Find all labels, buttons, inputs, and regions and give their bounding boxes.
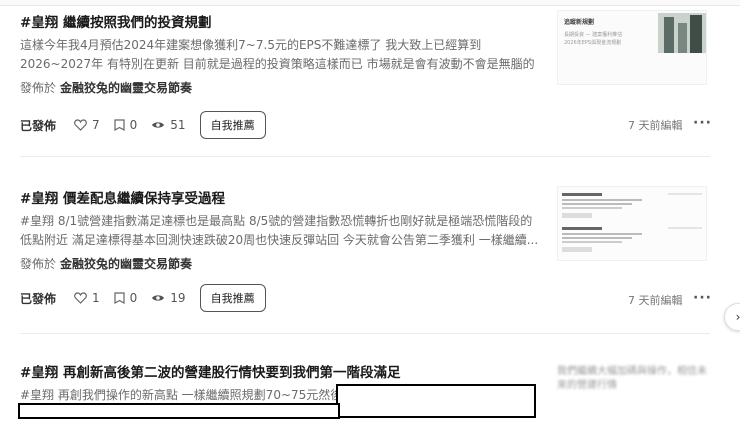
- post-thumbnail-3[interactable]: 我們繼續大幅加碼與操作，相信未來的營建行情: [557, 365, 707, 393]
- published-in-label: 發佈於: [20, 257, 57, 271]
- post-excerpt: #皇翔 8/1號營建指數滿足達標也是最高點 8/5號的營建指數恐慌轉折也剛好就是…: [20, 214, 539, 247]
- eye-icon: [152, 122, 165, 128]
- heart-icon: [74, 119, 87, 131]
- comment-icon: [114, 291, 125, 304]
- view-stat: 19: [151, 291, 186, 305]
- top-edge: [0, 0, 740, 6]
- building-photo: [658, 13, 706, 53]
- post-title[interactable]: #皇翔 價差配息繼續保持享受過程: [20, 188, 545, 210]
- chevron-right-icon: ›: [735, 310, 740, 324]
- edited-time: 7 天前編輯: [628, 119, 683, 132]
- comment-stat[interactable]: 0: [114, 291, 138, 305]
- self-promote-button[interactable]: 自我推薦: [199, 111, 266, 139]
- comment-icon: [114, 118, 125, 131]
- published-in-label: 發佈於: [20, 81, 57, 95]
- comment-stat[interactable]: 0: [114, 118, 138, 132]
- post-thumbnail-2[interactable]: [557, 186, 707, 261]
- more-options-icon[interactable]: ···: [693, 290, 712, 306]
- post-title[interactable]: #皇翔 繼續按照我們的投資規劃: [20, 12, 545, 34]
- thumb-line: 2026年EPS與現金流規劃: [564, 40, 622, 46]
- redaction-box: [18, 403, 340, 419]
- like-count: 7: [92, 118, 100, 132]
- view-stat: 51: [151, 118, 186, 132]
- post-thumbnail-1[interactable]: 追蹤新規劃 長期投資 — 建案獲利推估 2026年EPS與現金流規劃: [557, 10, 707, 85]
- self-promote-button[interactable]: 自我推薦: [199, 284, 266, 312]
- post-excerpt: 這樣今年我4月預估2024年建案想像獲利7~7.5元的EPS不難達標了 我大致上…: [20, 38, 535, 71]
- publication-name[interactable]: 金融狡兔的幽靈交易節奏: [60, 81, 192, 95]
- redaction-box: [336, 384, 536, 418]
- comment-count: 0: [129, 118, 138, 132]
- view-count: 51: [170, 118, 186, 132]
- view-count: 19: [170, 291, 186, 305]
- like-count: 1: [92, 291, 100, 305]
- comment-count: 0: [129, 291, 138, 305]
- post-title[interactable]: #皇翔 再創新高後第二波的營建股行情快要到我們第一階段滿足: [20, 362, 545, 384]
- status-label: 已發佈: [20, 118, 57, 133]
- publication-name[interactable]: 金融狡兔的幽靈交易節奏: [60, 257, 192, 271]
- like-stat[interactable]: 1: [74, 291, 100, 305]
- thumb-heading: 追蹤新規劃: [564, 19, 595, 26]
- post-stats: 已發佈 1 0 19 自我推薦: [20, 284, 266, 312]
- thumbnail-image: [558, 187, 706, 260]
- divider: [20, 333, 710, 334]
- heart-icon: [74, 292, 87, 304]
- scroll-right-button[interactable]: ›: [724, 303, 740, 331]
- thumb-caption: 長期投資 — 建案獲利推估 2026年EPS與現金流規劃: [564, 31, 644, 47]
- eye-icon: [152, 295, 165, 301]
- divider: [20, 156, 710, 157]
- status-label: 已發佈: [20, 291, 57, 306]
- more-options-icon[interactable]: ···: [693, 115, 712, 131]
- post-stats: 已發佈 7 0 51 自我推薦: [20, 111, 266, 139]
- edited-time: 7 天前編輯: [628, 294, 683, 307]
- thumb-line: 長期投資 — 建案獲利推估: [564, 32, 623, 38]
- like-stat[interactable]: 7: [74, 118, 100, 132]
